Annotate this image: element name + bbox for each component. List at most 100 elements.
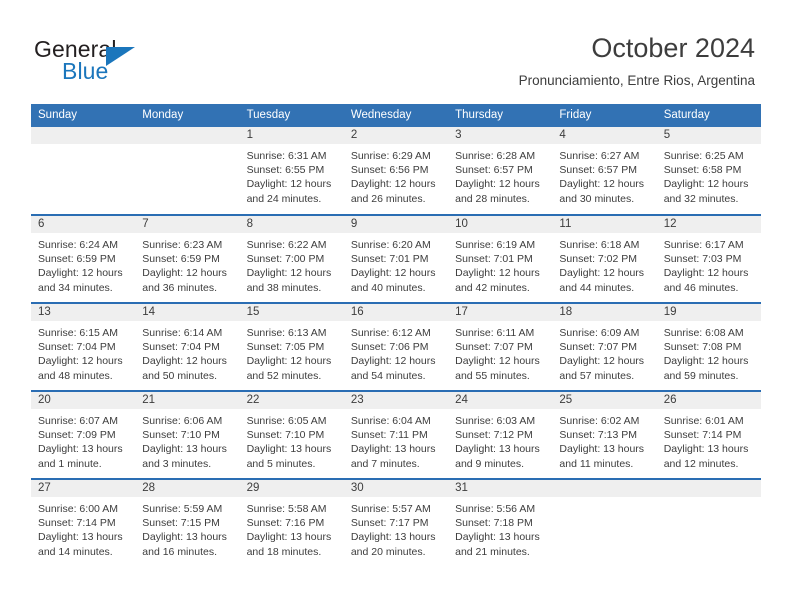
day-details: Sunrise: 6:18 AM Sunset: 7:02 PM Daylight:… (552, 233, 656, 295)
sunrise-text: Sunrise: 6:05 AM (246, 415, 327, 427)
day-number: 30 (343, 480, 449, 497)
calendar-day-cell[interactable]: 28 Sunrise: 5:59 AM Sunset: 7:15 PM Dayligh… (135, 478, 240, 567)
calendar-day-cell[interactable]: 15 Sunrise: 6:13 AM Sunset: 7:05 PM Dayligh… (239, 302, 344, 391)
calendar-day-cell[interactable]: 27 Sunrise: 6:00 AM Sunset: 7:14 PM Dayligh… (31, 478, 136, 567)
daylight-text: Daylight: 13 hours and 20 minutes. (350, 531, 436, 558)
sunset-text: Sunset: 6:57 PM (455, 164, 533, 177)
calendar-day-cell[interactable]: 30 Sunrise: 5:57 AM Sunset: 7:17 PM Dayligh… (343, 478, 449, 567)
calendar-week-row: 27 Sunrise: 6:00 AM Sunset: 7:14 PM Dayligh… (31, 478, 761, 567)
sunset-text: Sunset: 7:03 PM (663, 253, 742, 266)
sunset-text: Sunset: 7:16 PM (246, 517, 325, 530)
calendar-week-row: 13 Sunrise: 6:15 AM Sunset: 7:04 PM Dayligh… (31, 302, 761, 391)
sunrise-text: Sunrise: 6:19 AM (455, 239, 536, 251)
calendar-day-cell[interactable]: 29 Sunrise: 5:58 AM Sunset: 7:16 PM Dayligh… (239, 478, 344, 567)
daylight-text: Daylight: 12 hours and 30 minutes. (559, 178, 645, 205)
calendar-day-cell[interactable]: 10 Sunrise: 6:19 AM Sunset: 7:01 PM Dayligh… (448, 214, 553, 303)
day-number: 10 (448, 216, 553, 233)
daylight-text: Daylight: 13 hours and 14 minutes. (38, 531, 123, 558)
sunrise-text: Sunrise: 5:58 AM (246, 503, 327, 515)
title-block: October 2024 Pronunciamiento, Entre Rios… (519, 32, 755, 89)
day-number: 8 (239, 216, 344, 233)
calendar-day-cell[interactable]: 7 Sunrise: 6:23 AM Sunset: 6:59 PM Daylight… (135, 214, 240, 303)
day-details: Sunrise: 6:11 AM Sunset: 7:07 PM Daylight:… (448, 321, 552, 383)
calendar-day-cell[interactable]: 17 Sunrise: 6:11 AM Sunset: 7:07 PM Dayligh… (448, 302, 553, 391)
sunset-text: Sunset: 7:11 PM (350, 429, 428, 442)
sunrise-sunset-calendar: Sunday Monday Tuesday Wednesday Thursday… (31, 104, 761, 567)
sunrise-text: Sunrise: 6:23 AM (142, 239, 223, 251)
daylight-text: Daylight: 13 hours and 18 minutes. (246, 531, 332, 558)
sunset-text: Sunset: 7:01 PM (350, 253, 429, 266)
calendar-day-cell[interactable]: 24 Sunrise: 6:03 AM Sunset: 7:12 PM Dayligh… (448, 390, 553, 479)
calendar-day-cell[interactable]: 3 Sunrise: 6:28 AM Sunset: 6:57 PM Daylight… (448, 127, 553, 215)
day-number: 15 (239, 304, 344, 321)
calendar-day-cell[interactable]: 22 Sunrise: 6:05 AM Sunset: 7:10 PM Dayligh… (239, 390, 344, 479)
calendar-day-cell[interactable]: 6 Sunrise: 6:24 AM Sunset: 6:59 PM Daylight… (31, 214, 136, 303)
day-details: Sunrise: 6:14 AM Sunset: 7:04 PM Daylight:… (135, 321, 239, 383)
sunset-text: Sunset: 6:55 PM (246, 164, 325, 177)
calendar-day-cell[interactable]: 16 Sunrise: 6:12 AM Sunset: 7:06 PM Dayligh… (343, 302, 449, 391)
sunrise-text: Sunrise: 6:03 AM (455, 415, 536, 427)
calendar-day-cell[interactable]: 21 Sunrise: 6:06 AM Sunset: 7:10 PM Dayligh… (135, 390, 240, 479)
sunset-text: Sunset: 7:08 PM (663, 341, 742, 354)
day-number: 3 (448, 127, 553, 144)
day-details: Sunrise: 6:06 AM Sunset: 7:10 PM Daylight:… (135, 409, 239, 471)
day-number: 22 (239, 392, 344, 409)
calendar-day-cell[interactable]: 1 Sunrise: 6:31 AM Sunset: 6:55 PM Daylight… (239, 127, 344, 215)
daylight-text: Daylight: 12 hours and 48 minutes. (38, 355, 123, 382)
calendar-day-cell[interactable]: 9 Sunrise: 6:20 AM Sunset: 7:01 PM Daylight… (343, 214, 449, 303)
daylight-text: Daylight: 13 hours and 9 minutes. (455, 443, 540, 470)
day-details: Sunrise: 6:20 AM Sunset: 7:01 PM Daylight:… (344, 233, 448, 295)
day-details: Sunrise: 6:23 AM Sunset: 6:59 PM Daylight:… (135, 233, 239, 295)
sunset-text: Sunset: 7:12 PM (455, 429, 533, 442)
day-details: Sunrise: 6:29 AM Sunset: 6:56 PM Daylight:… (344, 144, 448, 206)
daylight-text: Daylight: 13 hours and 21 minutes. (455, 531, 540, 558)
calendar-day-cell[interactable]: 26 Sunrise: 6:01 AM Sunset: 7:14 PM Dayligh… (656, 390, 761, 479)
calendar-day-cell[interactable]: 25 Sunrise: 6:02 AM Sunset: 7:13 PM Dayligh… (552, 390, 657, 479)
weekday-header-saturday: Saturday (656, 104, 761, 127)
daylight-text: Daylight: 13 hours and 12 minutes. (663, 443, 749, 470)
day-number: 19 (656, 304, 761, 321)
sunset-text: Sunset: 7:15 PM (142, 517, 220, 530)
day-details: Sunrise: 5:57 AM Sunset: 7:17 PM Daylight:… (344, 497, 448, 559)
calendar-day-cell[interactable]: 19 Sunrise: 6:08 AM Sunset: 7:08 PM Dayligh… (656, 302, 761, 391)
day-number: 25 (552, 392, 657, 409)
calendar-day-cell[interactable]: 11 Sunrise: 6:18 AM Sunset: 7:02 PM Dayligh… (552, 214, 657, 303)
sunset-text: Sunset: 7:01 PM (455, 253, 533, 266)
weekday-header-wednesday: Wednesday (343, 104, 449, 127)
sunset-text: Sunset: 7:04 PM (142, 341, 220, 354)
day-details: Sunrise: 6:02 AM Sunset: 7:13 PM Daylight:… (552, 409, 656, 471)
sunset-text: Sunset: 6:58 PM (663, 164, 742, 177)
daylight-text: Daylight: 13 hours and 16 minutes. (142, 531, 227, 558)
day-number: 2 (343, 127, 449, 144)
calendar-day-cell[interactable]: 12 Sunrise: 6:17 AM Sunset: 7:03 PM Dayligh… (656, 214, 761, 303)
daylight-text: Daylight: 12 hours and 36 minutes. (142, 267, 227, 294)
calendar-day-cell[interactable]: 18 Sunrise: 6:09 AM Sunset: 7:07 PM Dayligh… (552, 302, 657, 391)
calendar-week-row: 1 Sunrise: 6:31 AM Sunset: 6:55 PM Daylight… (31, 127, 761, 215)
page-header: General Blue October 2024 Pronunciamient… (0, 0, 792, 100)
daylight-text: Daylight: 12 hours and 54 minutes. (350, 355, 436, 382)
sunrise-text: Sunrise: 6:07 AM (38, 415, 118, 427)
brand-logo[interactable]: General Blue (34, 36, 214, 88)
calendar-day-cell[interactable]: 4 Sunrise: 6:27 AM Sunset: 6:57 PM Daylight… (552, 127, 657, 215)
day-details: Sunrise: 6:17 AM Sunset: 7:03 PM Daylight:… (657, 233, 761, 295)
sunrise-text: Sunrise: 6:11 AM (455, 327, 535, 339)
page-title: October 2024 (591, 33, 755, 63)
sunset-text: Sunset: 7:14 PM (663, 429, 742, 442)
day-details: Sunrise: 6:19 AM Sunset: 7:01 PM Daylight:… (448, 233, 552, 295)
calendar-day-cell[interactable]: 20 Sunrise: 6:07 AM Sunset: 7:09 PM Dayligh… (31, 390, 136, 479)
calendar-day-cell-empty (656, 478, 761, 567)
calendar-day-cell[interactable]: 5 Sunrise: 6:25 AM Sunset: 6:58 PM Daylight… (656, 127, 761, 215)
day-number: 28 (135, 480, 240, 497)
calendar-day-cell[interactable]: 14 Sunrise: 6:14 AM Sunset: 7:04 PM Dayligh… (135, 302, 240, 391)
calendar-day-cell[interactable]: 13 Sunrise: 6:15 AM Sunset: 7:04 PM Dayligh… (31, 302, 136, 391)
calendar-day-cell[interactable]: 8 Sunrise: 6:22 AM Sunset: 7:00 PM Daylight… (239, 214, 344, 303)
calendar-day-cell[interactable]: 2 Sunrise: 6:29 AM Sunset: 6:56 PM Daylight… (343, 127, 449, 215)
sunrise-text: Sunrise: 6:00 AM (38, 503, 118, 515)
day-details: Sunrise: 5:59 AM Sunset: 7:15 PM Daylight:… (135, 497, 239, 559)
sunset-text: Sunset: 7:00 PM (246, 253, 325, 266)
sunrise-text: Sunrise: 6:04 AM (350, 415, 431, 427)
daylight-text: Daylight: 12 hours and 34 minutes. (38, 267, 123, 294)
sunrise-text: Sunrise: 6:22 AM (246, 239, 327, 251)
calendar-day-cell[interactable]: 23 Sunrise: 6:04 AM Sunset: 7:11 PM Dayligh… (343, 390, 449, 479)
calendar-day-cell[interactable]: 31 Sunrise: 5:56 AM Sunset: 7:18 PM Dayligh… (448, 478, 553, 567)
